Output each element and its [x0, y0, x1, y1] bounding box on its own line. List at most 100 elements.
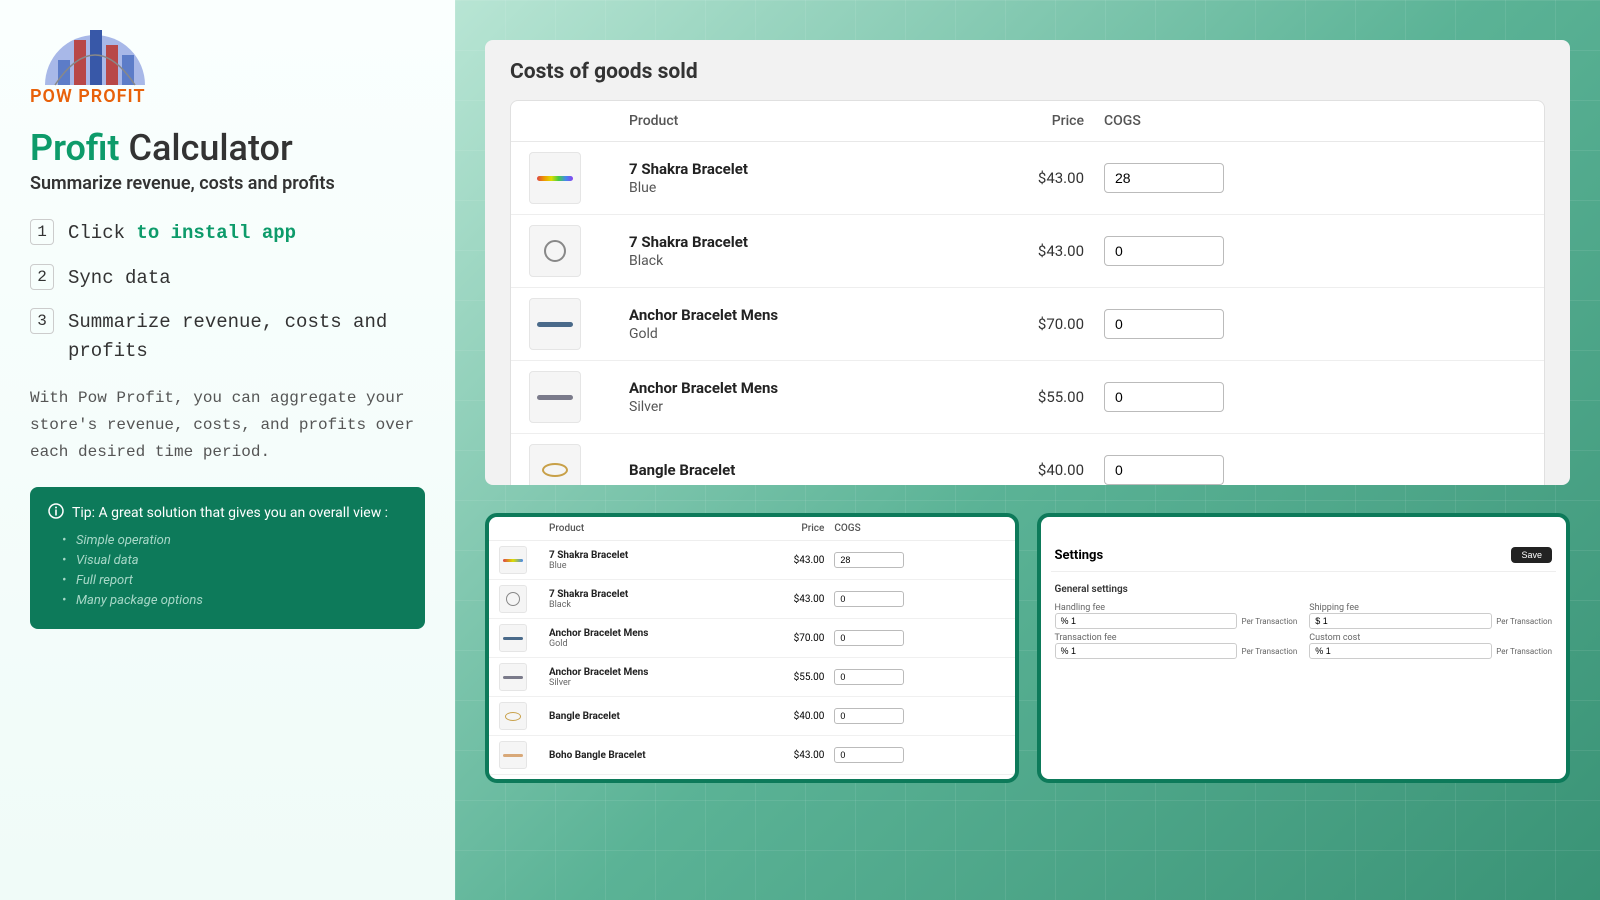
settings-grid: Handling fee Per Transaction Shipping fee P… — [1051, 603, 1557, 659]
field-label: Shipping fee — [1309, 603, 1552, 613]
product-image — [529, 444, 581, 485]
product-price: $55.00 — [994, 388, 1084, 406]
product-variant: Blue — [629, 180, 994, 196]
cogs-input[interactable] — [1104, 236, 1224, 266]
mini-rows: 7 Shakra BraceletBlue $43.00 7 Shakra Br… — [489, 541, 1015, 775]
product-price: $55.00 — [774, 672, 824, 683]
product-price: $40.00 — [774, 711, 824, 722]
step-item: 3 Summarize revenue, costs and profits — [30, 308, 425, 365]
per-label: Per Transaction — [1241, 617, 1297, 626]
product-image — [499, 624, 527, 652]
product-variant: Silver — [629, 399, 994, 415]
product-name: Anchor Bracelet Mens — [549, 628, 774, 639]
product-variant: Silver — [549, 678, 774, 688]
tip-item: Simple operation — [76, 533, 407, 548]
cogs-input[interactable] — [834, 591, 904, 607]
per-label: Per Transaction — [1241, 647, 1297, 656]
step-text: Summarize revenue, costs and profits — [68, 308, 425, 365]
product-price: $43.00 — [994, 242, 1084, 260]
cogs-title: Costs of goods sold — [510, 60, 1545, 84]
logo: POW PROFIT — [30, 20, 425, 107]
per-label: Per Transaction — [1496, 617, 1552, 626]
cogs-input[interactable] — [834, 552, 904, 568]
product-variant: Black — [629, 253, 994, 269]
product-price: $70.00 — [994, 315, 1084, 333]
tip-box: Tip: A great solution that gives you an … — [30, 487, 425, 629]
product-price: $43.00 — [774, 750, 824, 761]
mini-header: Product Price COGS — [489, 517, 1015, 541]
table-row: Anchor Bracelet MensSilver $55.00 — [511, 361, 1544, 434]
cogs-input[interactable] — [834, 669, 904, 685]
field-label: Custom cost — [1309, 633, 1552, 643]
product-name: 7 Shakra Bracelet — [549, 589, 774, 600]
product-image — [499, 585, 527, 613]
info-icon — [48, 503, 64, 523]
product-image — [499, 663, 527, 691]
product-image — [529, 152, 581, 204]
page-title: Profit Calculator — [30, 127, 425, 169]
left-panel: POW PROFIT Profit Calculator Summarize r… — [0, 0, 455, 900]
mini-table-row: Anchor Bracelet MensGold $70.00 — [489, 619, 1015, 658]
step-number: 3 — [30, 308, 54, 334]
cogs-card: Costs of goods sold Product Price COGS 7… — [485, 40, 1570, 485]
product-image — [529, 225, 581, 277]
general-settings-label: General settings — [1051, 582, 1557, 597]
steps-list: 1Click to install app2Sync data3Summariz… — [30, 219, 425, 365]
cogs-input[interactable] — [834, 708, 904, 724]
thumbnail-cogs[interactable]: Product Price COGS 7 Shakra BraceletBlue… — [485, 513, 1019, 783]
tip-list: Simple operationVisual dataFull reportMa… — [48, 533, 407, 608]
cogs-input[interactable] — [1104, 455, 1224, 485]
tip-item: Full report — [76, 573, 407, 588]
fee-input[interactable] — [1309, 613, 1492, 629]
cogs-rows: 7 Shakra Bracelet Blue $43.00 7 Shakra Br… — [511, 142, 1544, 485]
settings-field: Shipping fee Per Transaction — [1309, 603, 1552, 629]
mini-table-row: 7 Shakra BraceletBlack $43.00 — [489, 580, 1015, 619]
product-image — [499, 741, 527, 769]
mini-table-row: Bangle Bracelet $40.00 — [489, 697, 1015, 736]
product-price: $43.00 — [774, 555, 824, 566]
product-image — [499, 702, 527, 730]
product-name: 7 Shakra Bracelet — [629, 160, 994, 178]
product-variant: Gold — [629, 326, 994, 342]
table-row: Anchor Bracelet MensGold $70.00 — [511, 288, 1544, 361]
fee-input[interactable] — [1055, 613, 1238, 629]
product-name: Bangle Bracelet — [629, 461, 994, 479]
product-name: 7 Shakra Bracelet — [629, 233, 994, 251]
cogs-input[interactable] — [1104, 163, 1224, 193]
tip-item: Many package options — [76, 593, 407, 608]
fee-input[interactable] — [1309, 643, 1492, 659]
table-row: 7 Shakra Bracelet Blue $43.00 — [511, 142, 1544, 215]
mini-table-row: 7 Shakra BraceletBlue $43.00 — [489, 541, 1015, 580]
table-row: 7 Shakra Bracelet Black $43.00 — [511, 215, 1544, 288]
product-name: Bangle Bracelet — [549, 711, 774, 722]
save-button[interactable]: Save — [1511, 547, 1552, 563]
cogs-input[interactable] — [834, 630, 904, 646]
product-price: $43.00 — [994, 169, 1084, 187]
right-panel: Costs of goods sold Product Price COGS 7… — [455, 0, 1600, 900]
field-label: Handling fee — [1055, 603, 1298, 613]
table-row: Bangle Bracelet $40.00 — [511, 434, 1544, 485]
fee-input[interactable] — [1055, 643, 1238, 659]
product-price: $40.00 — [994, 461, 1084, 479]
thumbnail-settings[interactable]: Settings Save General settings Handling … — [1037, 513, 1571, 783]
product-price: $43.00 — [774, 594, 824, 605]
cogs-table-header: Product Price COGS — [511, 101, 1544, 142]
per-label: Per Transaction — [1496, 647, 1552, 656]
product-image — [529, 371, 581, 423]
tip-header: Tip: A great solution that gives you an … — [48, 503, 407, 523]
field-label: Transaction fee — [1055, 633, 1298, 643]
product-image — [499, 546, 527, 574]
settings-title: Settings — [1055, 548, 1104, 563]
product-image — [529, 298, 581, 350]
mini-table-row: Anchor Bracelet MensSilver $55.00 — [489, 658, 1015, 697]
step-item: 1Click to install app — [30, 219, 425, 248]
page-subtitle: Summarize revenue, costs and profits — [30, 173, 425, 194]
cogs-input[interactable] — [1104, 382, 1224, 412]
product-name: 7 Shakra Bracelet — [549, 550, 774, 561]
settings-field: Transaction fee Per Transaction — [1055, 633, 1298, 659]
cogs-input[interactable] — [1104, 309, 1224, 339]
cogs-input[interactable] — [834, 747, 904, 763]
product-name: Boho Bangle Bracelet — [549, 750, 774, 761]
cogs-table: Product Price COGS 7 Shakra Bracelet Blue… — [510, 100, 1545, 485]
product-variant: Gold — [549, 639, 774, 649]
